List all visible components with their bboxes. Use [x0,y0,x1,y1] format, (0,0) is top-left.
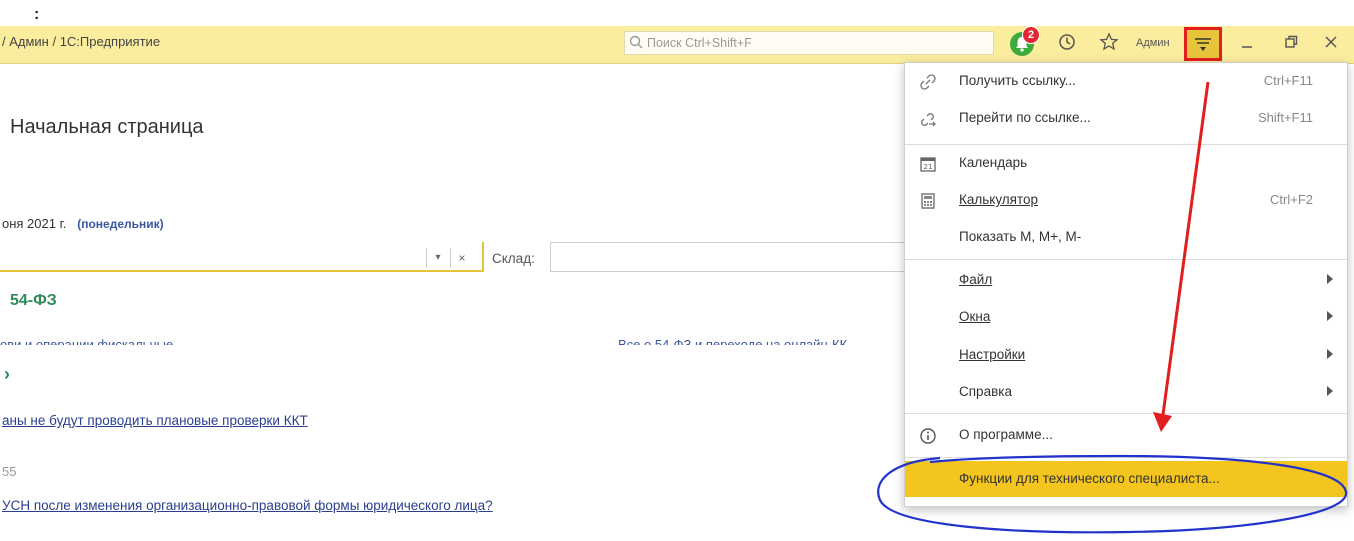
warehouse-label: Склад: [492,251,535,266]
cut-off-link-left[interactable]: ови и операции фискальные ...... [0,337,300,345]
menu-item-windows[interactable]: Окна [905,299,1347,336]
history-icon[interactable] [1056,32,1078,54]
menu-item-label: Настройки [959,347,1026,362]
menu-item-get-link[interactable]: Получить ссылку... Ctrl+F11 [905,63,1347,100]
date-day-link[interactable]: (понедельник) [77,217,163,231]
chevron-right-icon: › [4,364,10,384]
search-icon [629,35,643,49]
date-text: оня 2021 г. [2,216,67,231]
annotation-red-arrow [1153,81,1210,432]
favorites-star-icon[interactable] [1098,32,1120,54]
cut-off-link-right[interactable]: Все о 54-ФЗ и переходе на онлайн-КК [618,337,906,345]
stray-text: : [34,6,40,23]
close-icon[interactable] [1320,32,1342,54]
menu-item-show-memory[interactable]: Показать M, M+, M- [905,219,1347,256]
submenu-arrow-icon [1327,311,1333,321]
annotation-blue-ellipse [877,454,1348,534]
menu-item-label: Перейти по ссылке... [959,110,1091,125]
news-number: 55 [2,464,17,479]
menu-item-calendar[interactable]: 21 Календарь [905,145,1347,182]
minimize-icon[interactable] [1236,32,1258,54]
main-menu-button[interactable] [1184,27,1222,61]
hamburger-menu-icon [1195,38,1211,51]
restore-icon[interactable] [1280,32,1302,54]
search-placeholder: Поиск Ctrl+Shift+F [647,36,752,50]
submenu-arrow-icon [1327,274,1333,284]
title-bar: / Админ / 1С:Предприятие Поиск Ctrl+Shif… [0,26,1354,64]
chevron-down-icon[interactable]: ▾ [426,248,449,268]
menu-item-go-to-link[interactable]: Перейти по ссылке... Shift+F11 [905,100,1347,137]
menu-item-help[interactable]: Справка [905,374,1347,411]
menu-item-calculator[interactable]: Калькулятор Ctrl+F2 [905,182,1347,219]
clear-icon[interactable]: × [450,248,473,268]
warehouse-field[interactable] [550,242,910,272]
go-link-icon [919,110,937,128]
menu-item-label: Справка [959,384,1012,399]
section-title: 54-ФЗ [10,292,57,309]
shortcut-text: Ctrl+F2 [1270,192,1313,207]
shortcut-text: Ctrl+F11 [1263,73,1313,88]
menu-separator [905,259,1347,260]
submenu-arrow-icon [1327,349,1333,359]
menu-item-label: О программе... [959,427,1053,442]
menu-item-settings[interactable]: Настройки [905,337,1347,374]
link-icon [919,73,937,91]
calculator-icon [919,192,937,210]
user-name[interactable]: Админ [1136,37,1170,49]
menu-item-label: Калькулятор [959,192,1039,207]
menu-separator [905,413,1347,414]
info-icon [919,427,937,445]
news-link[interactable]: аны не будут проводить плановые проверки… [2,413,308,428]
news-link[interactable]: УСН после изменения организационно-право… [2,498,493,513]
organization-field[interactable] [0,242,484,272]
menu-item-label: Файл [959,272,993,287]
menu-item-label: Календарь [959,155,1028,170]
notification-badge: 2 [1022,26,1040,44]
menu-item-label: Получить ссылку... [959,73,1076,88]
menu-item-label: Окна [959,309,991,324]
menu-item-about[interactable]: О программе... [905,417,1347,454]
menu-item-label: Показать M, M+, M- [959,229,1082,244]
shortcut-text: Shift+F11 [1257,110,1313,125]
page-title: Начальная страница [10,116,204,138]
svg-text:21: 21 [924,163,933,171]
calendar-icon: 21 [919,155,937,173]
search-input[interactable]: Поиск Ctrl+Shift+F [624,31,994,55]
main-menu-dropdown: Получить ссылку... Ctrl+F11 Перейти по с… [904,62,1348,507]
window-title: / Админ / 1С:Предприятие [2,34,161,49]
date-line: оня 2021 г. (понедельник) [2,216,164,231]
menu-item-file[interactable]: Файл [905,262,1347,299]
submenu-arrow-icon [1327,386,1333,396]
